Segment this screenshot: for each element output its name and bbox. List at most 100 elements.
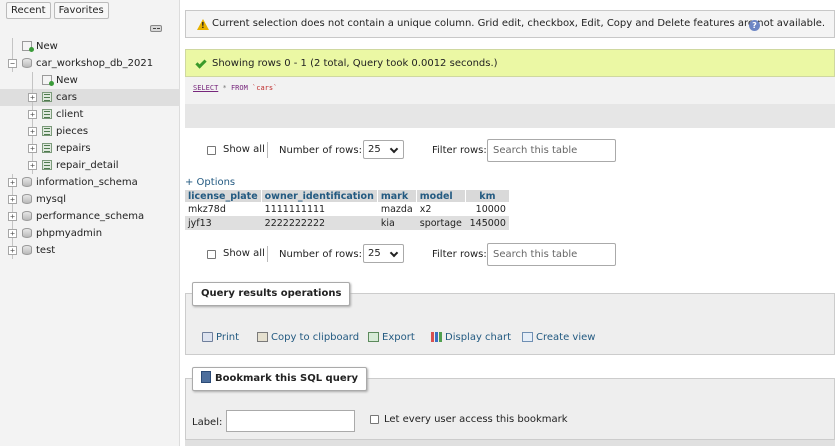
share-bookmark-label: Let every user access this bookmark [384,414,568,425]
tree-item-label: information_schema [36,177,138,188]
tree-item-test[interactable]: + test [0,242,180,259]
table-icon [42,160,52,170]
success-text: Showing rows 0 - 1 (2 total, Query took … [212,58,498,69]
database-icon [22,211,32,221]
filter-rows-input[interactable]: Search this table [487,243,616,266]
bookmark-label-input[interactable] [226,410,355,432]
chevron-down-icon [389,248,399,258]
show-all-checkbox[interactable] [207,146,216,155]
table-cell: 145000 [465,216,510,230]
rows-per-page-select[interactable]: 25 [363,244,404,263]
column-header[interactable]: license_plate [185,190,262,202]
expand-icon[interactable]: + [8,178,17,187]
show-all-label: Show all [223,248,265,259]
number-of-rows-label: Number of rows: [279,249,362,260]
expand-icon[interactable]: + [8,212,17,221]
options-link[interactable]: + Options [185,177,235,188]
separator [267,142,268,158]
export-icon [368,332,379,342]
tree-item-New[interactable]: New [0,38,180,55]
tree-item-label: cars [56,92,77,103]
copy-to-clipboard-label: Copy to clipboard [271,332,360,343]
sql-query: SELECT * FROM `cars` [193,84,277,92]
column-header[interactable]: km [465,190,510,202]
column-header[interactable]: owner_identification [261,190,378,202]
tree-item-pieces[interactable]: + pieces [0,123,180,140]
table-cell: mazda [377,202,417,216]
expand-icon[interactable]: + [28,127,37,136]
expand-icon[interactable]: + [8,246,17,255]
footer-bar [185,440,835,446]
expand-icon[interactable]: + [28,93,37,102]
table-header-row: license_plate owner_identification mark … [185,190,510,202]
tree-item-repairs[interactable]: + repairs [0,140,180,157]
chevron-down-icon [389,144,399,154]
tree-item-label: mysql [36,194,66,205]
table-cell: kia [377,216,417,230]
filter-rows-label: Filter rows: [432,249,487,260]
table-navigation-bottom: Show all Number of rows: 25 Filter rows:… [185,243,835,267]
tree-item-New[interactable]: New [0,72,180,89]
tab-recent[interactable]: Recent [6,2,51,19]
collapse-all-icon[interactable] [150,25,162,32]
tree-item-phpmyadmin[interactable]: + phpmyadmin [0,225,180,242]
database-icon [22,177,32,187]
navigation-panel: Recent Favorites New − car_workshop_db_202… [0,0,180,446]
bookmark-icon [201,371,211,383]
tree-item-client[interactable]: + client [0,106,180,123]
show-all-checkbox[interactable] [207,250,216,259]
display-chart-label: Display chart [445,332,512,343]
filter-rows-input[interactable]: Search this table [487,139,616,162]
success-message: Showing rows 0 - 1 (2 total, Query took … [185,49,835,77]
export-link[interactable]: Export [368,332,415,343]
bookmark-legend-label: Bookmark this SQL query [215,373,359,384]
copy-to-clipboard-link[interactable]: Copy to clipboard [257,332,359,343]
collapse-icon[interactable]: − [8,59,17,68]
column-header[interactable]: mark [377,190,417,202]
table-cell: jyf13 [185,216,262,230]
tree-item-label: New [36,41,58,52]
expand-icon[interactable]: + [8,229,17,238]
create-view-link[interactable]: Create view [522,332,595,343]
tree-item-label: test [36,245,56,256]
database-icon [22,58,32,68]
sql-table-name: `cars` [252,84,278,92]
rows-per-page-value: 25 [368,144,381,155]
tree-item-repair-detail[interactable]: + repair_detail [0,157,180,174]
database-icon [22,194,32,204]
table-cell: x2 [416,202,466,216]
expand-icon[interactable]: + [8,195,17,204]
tree-item-label: phpmyadmin [36,228,103,239]
rows-per-page-value: 25 [368,248,381,259]
tree-item-label: client [56,109,84,120]
expand-icon[interactable]: + [28,110,37,119]
database-icon [22,245,32,255]
tab-favorites[interactable]: Favorites [53,2,109,19]
tree-item-cars[interactable]: + cars [0,89,180,106]
table-icon [42,143,52,153]
sql-select-keyword[interactable]: SELECT [193,84,218,92]
sql-actions-bar [185,104,835,128]
table-navigation-top: Show all Number of rows: 25 Filter rows:… [185,139,835,163]
table-icon [42,126,52,136]
bookmark-section: Bookmark this SQL query Label: Let every… [185,367,835,440]
expand-icon[interactable]: + [28,144,37,153]
share-bookmark-checkbox[interactable] [370,415,379,424]
rows-per-page-select[interactable]: 25 [363,140,404,159]
tree-item-performance-schema[interactable]: + performance_schema [0,208,180,225]
table-cell: 10000 [465,202,510,216]
print-link[interactable]: Print [202,332,239,343]
tree-item-information-schema[interactable]: + information_schema [0,174,180,191]
warning-text: Current selection does not contain a uni… [212,18,826,29]
tree-item-car-workshop-db-2021[interactable]: − car_workshop_db_2021 [0,55,180,72]
expand-icon[interactable]: + [28,161,37,170]
column-header[interactable]: model [416,190,466,202]
help-icon[interactable]: ? [749,20,760,31]
view-icon [522,332,533,342]
tree-item-label: repairs [56,143,91,154]
display-chart-link[interactable]: Display chart [431,332,511,343]
table-icon [42,109,52,119]
clipboard-icon [257,332,268,342]
table-cell: mkz78d [185,202,262,216]
tree-item-mysql[interactable]: + mysql [0,191,180,208]
